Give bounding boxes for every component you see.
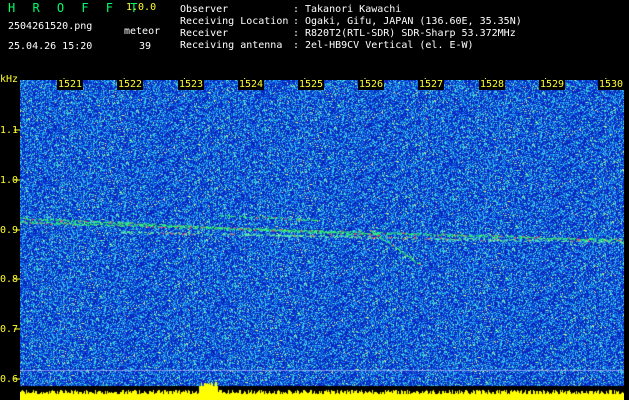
header-panel: H R O F F T 1.0.0 2504261520.png meteor … xyxy=(0,0,629,78)
antenna-value: 2el-HB9CV Vertical (el. E-W) xyxy=(305,40,474,51)
location-separator: : xyxy=(293,16,300,27)
time-label-1526: 1526 xyxy=(358,79,385,90)
freq-label-0-8: 0.8 xyxy=(0,274,19,285)
file-name: 2504261520.png xyxy=(8,21,93,32)
antenna-label: Receiving antenna xyxy=(180,40,283,51)
antenna-separator: : xyxy=(293,40,300,51)
observer-label: Observer xyxy=(180,4,229,15)
freq-label-0-9: 0.9 xyxy=(0,225,19,236)
observer-separator: : xyxy=(293,4,300,15)
mode-label: meteor xyxy=(124,26,161,37)
freq-label-0-6: 0.6 xyxy=(0,374,19,385)
time-label-1527: 1527 xyxy=(418,79,445,90)
time-label-1530: 1530 xyxy=(598,79,625,90)
freq-label-1-0: 1.0 xyxy=(0,175,19,186)
receiver-label: Receiver xyxy=(180,28,229,39)
freq-unit-label: kHz xyxy=(0,74,19,85)
freq-label-0-7: 0.7 xyxy=(0,324,19,335)
time-label-1525: 1525 xyxy=(298,79,325,90)
time-label-1523: 1523 xyxy=(178,79,205,90)
receiver-value: R820T2(RTL-SDR) SDR-Sharp 53.372MHz xyxy=(305,28,516,39)
spectrogram-canvas xyxy=(20,80,624,400)
receiver-separator: : xyxy=(293,28,300,39)
observer-value: Takanori Kawachi xyxy=(305,4,402,15)
time-label-1528: 1528 xyxy=(479,79,506,90)
time-label-1524: 1524 xyxy=(238,79,265,90)
date-time: 25.04.26 15:20 xyxy=(8,41,93,52)
app-version: 1.0.0 xyxy=(126,2,157,13)
time-label-1529: 1529 xyxy=(539,79,566,90)
location-value: Ogaki, Gifu, JAPAN (136.60E, 35.35N) xyxy=(305,16,522,27)
time-label-1521: 1521 xyxy=(57,79,84,90)
count-value: 39 xyxy=(139,41,152,52)
location-label: Receiving Location xyxy=(180,16,289,27)
time-label-1522: 1522 xyxy=(117,79,144,90)
freq-label-1-1: 1.1 xyxy=(0,125,19,136)
app-title: H R O F F T xyxy=(8,1,143,15)
